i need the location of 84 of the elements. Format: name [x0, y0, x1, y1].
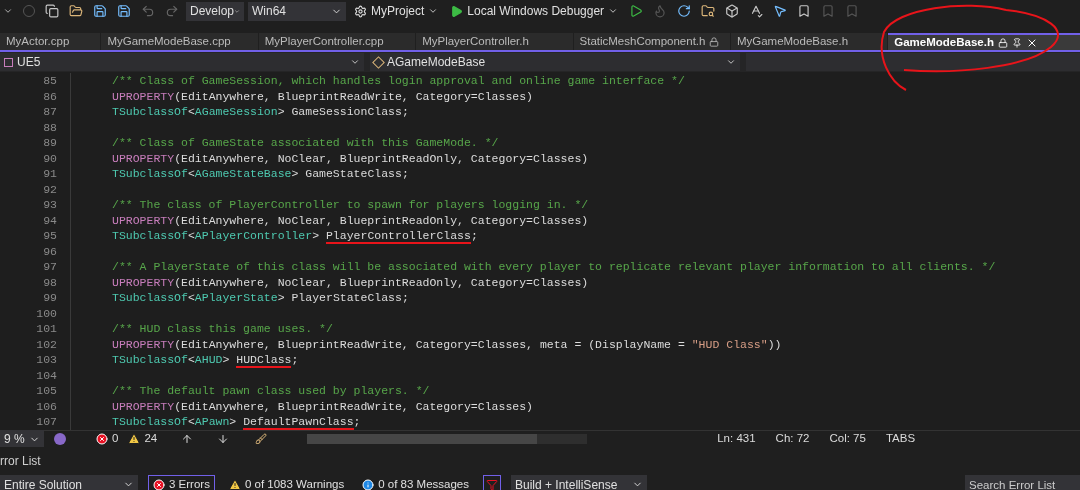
line-number: 88 [42, 119, 57, 136]
code-line: UPROPERTY(EditAnywhere, NoClear, BlueprintReadOnly, Category=Classes) [112, 150, 589, 167]
project-icon [4, 57, 13, 67]
column-position: Col: 75 [829, 431, 866, 447]
code-line: TSubclassOf<AGameSession> GameSessionClass; [112, 104, 409, 121]
scope-filter-dropdown[interactable]: Entire Solution [0, 475, 138, 490]
scope-dropdown[interactable]: AGameModeBase [370, 53, 740, 71]
line-number: 85 [42, 73, 57, 90]
file-tab[interactable]: MyGameModeBase.cpp [101, 33, 259, 50]
line-position: Ln: 431 [717, 431, 756, 447]
line-number: 86 [42, 88, 57, 105]
code-line: /** The default pawn class used by players. */ [112, 383, 430, 400]
caret-icon [350, 57, 360, 67]
line-number: 90 [42, 150, 57, 167]
horizontal-scrollbar[interactable] [307, 434, 588, 444]
indent-mode: TABS [885, 431, 916, 447]
code-line: /** A PlayerState of this class will be associated with every player to replicate relevant player information to all clients. */ [112, 259, 996, 276]
debugger-button[interactable]: Local Windows Debugger [446, 2, 623, 20]
filter-button[interactable] [483, 475, 501, 490]
code-line: UPROPERTY(EditAnywhere, NoClear, BlueprintReadOnly, Category=Classes) [112, 274, 589, 291]
line-number: 103 [35, 352, 57, 369]
code-line: /** Class of GameState associated with this GameMode. */ [112, 135, 499, 152]
line-number: 92 [42, 181, 57, 198]
line-number: 87 [42, 104, 57, 121]
file-tab[interactable]: MyActor.cpp [0, 33, 102, 50]
caret-icon [428, 6, 439, 16]
caret-icon [608, 6, 619, 16]
line-number: 100 [35, 305, 57, 322]
gear-icon [354, 4, 367, 18]
line-number: 89 [42, 135, 57, 152]
line-number: 104 [35, 367, 57, 384]
platform-dropdown[interactable]: Win64 [248, 1, 346, 21]
line-number: 93 [42, 197, 57, 214]
line-number: 101 [35, 321, 57, 338]
code-line: UPROPERTY(EditAnywhere, BlueprintReadWrite, Category=Classes) [112, 398, 533, 415]
code-line: /** HUD class this game uses. */ [112, 321, 333, 338]
line-number: 98 [42, 274, 57, 291]
error-icon [153, 478, 165, 490]
code-line: TSubclassOf<AHUD> HUDClass; [112, 352, 299, 369]
errors-filter[interactable]: 3 Errors [148, 475, 215, 490]
project-dropdown[interactable]: UE5 [0, 53, 364, 71]
file-tab[interactable]: MyPlayerController.h [416, 33, 574, 50]
file-tab[interactable]: MyPlayerController.cpp [258, 33, 417, 50]
warnings-filter[interactable]: 0 of 1083 Warnings [224, 475, 349, 490]
file-tab[interactable]: MyGameModeBase.h [730, 33, 889, 50]
brush-icon[interactable] [255, 433, 268, 445]
code-line: UPROPERTY(EditAnywhere, BlueprintReadWrite, Category=Classes) [112, 88, 533, 105]
play-icon [450, 4, 464, 18]
code-line: /** Class of GameSession, which handles login approval and online game interface */ [112, 73, 685, 90]
code-line: /** The class of PlayerController to spawn for players logging in. */ [112, 197, 589, 214]
line-number: 102 [35, 336, 57, 353]
line-number: 95 [42, 228, 57, 245]
lock-icon [997, 37, 1008, 48]
configuration-dropdown[interactable]: Develop [186, 1, 244, 21]
error-count: 0 [112, 431, 119, 447]
source-dropdown[interactable]: Build + IntelliSense [511, 475, 647, 490]
code-line: TSubclassOf<APlayerController> PlayerControllerClass; [112, 228, 478, 245]
code-line: TSubclassOf<APlayerState> PlayerStateClass; [112, 290, 409, 307]
line-number: 94 [42, 212, 57, 229]
line-number: 99 [42, 290, 57, 307]
line-number: 105 [35, 383, 57, 400]
pin-icon[interactable] [1011, 37, 1022, 48]
char-position: Ch: 72 [775, 431, 810, 447]
code-line: UPROPERTY(EditAnywhere, BlueprintReadWrite, Category=Classes, meta = (DisplayName = "HUD Class")) [112, 336, 782, 353]
messages-filter[interactable]: 0 of 83 Messages [358, 475, 473, 490]
next-icon[interactable] [217, 433, 230, 445]
search-field[interactable]: Search Error List [965, 475, 1080, 490]
file-tab[interactable]: GameModeBase.h [888, 33, 1080, 50]
line-number: 107 [35, 414, 57, 430]
info-icon [362, 478, 375, 490]
previous-icon[interactable] [181, 433, 194, 445]
line-number: 96 [42, 243, 57, 260]
error-icon [96, 433, 108, 445]
panel-title: rror List [0, 453, 41, 470]
line-number: 106 [35, 398, 57, 415]
code-line: UPROPERTY(EditAnywhere, NoClear, BlueprintReadOnly, Category=Classes) [112, 212, 589, 229]
warning-count: 24 [144, 431, 158, 447]
line-number: 91 [42, 166, 57, 183]
line-number: 97 [42, 259, 57, 276]
caret-icon [726, 57, 736, 67]
lock-icon [709, 36, 720, 47]
code-line: TSubclassOf<AGameStateBase> GameStateClass; [112, 166, 409, 183]
startup-project-dropdown[interactable]: MyProject [350, 2, 443, 20]
file-tab[interactable]: StaticMeshComponent.h [573, 33, 731, 50]
